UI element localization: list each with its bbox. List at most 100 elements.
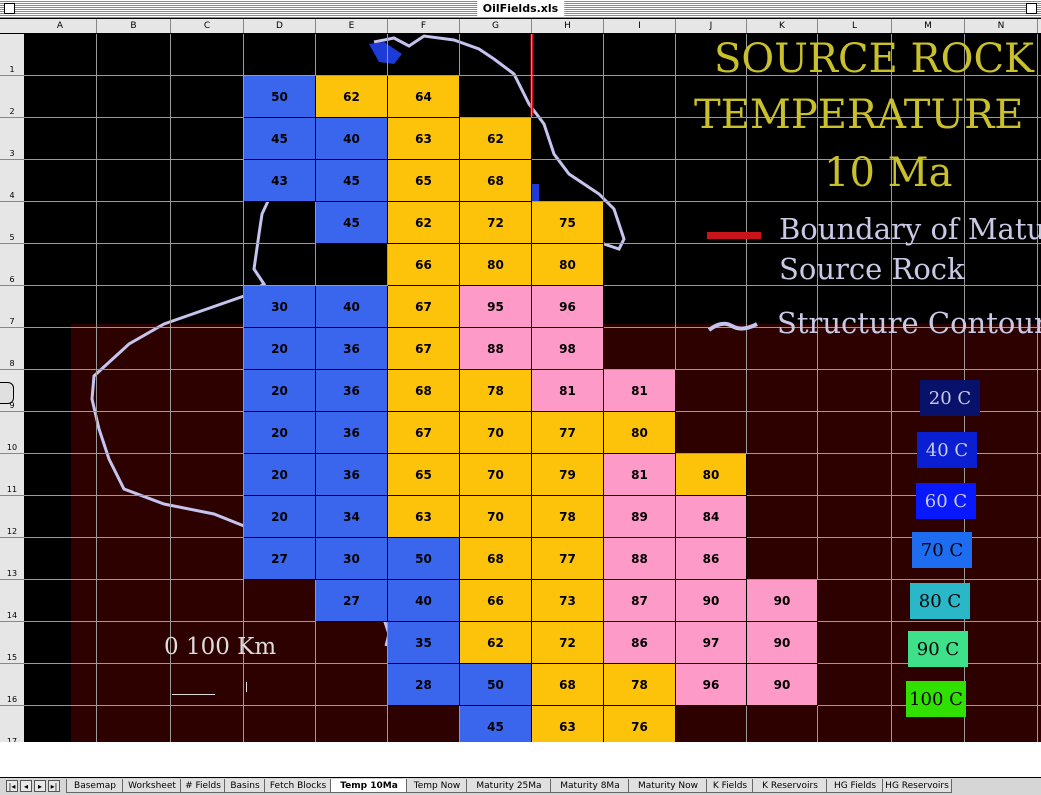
sheet-tab[interactable]: Basemap	[66, 779, 124, 793]
temperature-cell[interactable]: 80	[676, 454, 747, 496]
temperature-cell[interactable]: 86	[604, 622, 676, 664]
temperature-cell[interactable]: 68	[532, 664, 604, 706]
temperature-cell[interactable]: 87	[604, 580, 676, 622]
row-header-10[interactable]: 10	[0, 412, 24, 454]
temperature-cell[interactable]: 88	[604, 538, 676, 580]
sheet-tab[interactable]: # Fields	[180, 779, 226, 793]
temperature-cell[interactable]: 77	[532, 538, 604, 580]
temperature-cell[interactable]: 45	[460, 706, 532, 742]
row-header-14[interactable]: 14	[0, 580, 24, 622]
temperature-cell[interactable]: 68	[388, 370, 460, 412]
column-header-d[interactable]: D	[244, 19, 316, 33]
temperature-cell[interactable]: 86	[676, 538, 747, 580]
temperature-cell[interactable]: 80	[604, 412, 676, 454]
sheet-tab[interactable]: Fetch Blocks	[264, 779, 332, 793]
temperature-cell[interactable]: 40	[316, 118, 388, 160]
temperature-cell[interactable]: 20	[244, 496, 316, 538]
column-header-g[interactable]: G	[460, 19, 532, 33]
temperature-cell[interactable]: 45	[244, 118, 316, 160]
temperature-cell[interactable]: 88	[460, 328, 532, 370]
temperature-cell[interactable]: 34	[316, 496, 388, 538]
temperature-cell[interactable]: 96	[676, 664, 747, 706]
temperature-cell[interactable]: 50	[460, 664, 532, 706]
temperature-cell[interactable]: 30	[244, 286, 316, 328]
temperature-cell[interactable]: 62	[388, 202, 460, 244]
temperature-cell[interactable]: 78	[604, 664, 676, 706]
temperature-cell[interactable]: 20	[244, 370, 316, 412]
row-header-6[interactable]: 6	[0, 244, 24, 286]
column-header-h[interactable]: H	[532, 19, 604, 33]
row-header-1[interactable]: 1	[0, 34, 24, 76]
temperature-cell[interactable]: 75	[532, 202, 604, 244]
sheet-tab[interactable]: Maturity Now	[628, 779, 708, 793]
column-header-i[interactable]: I	[604, 19, 676, 33]
sheet-tab[interactable]: K Fields	[706, 779, 754, 793]
temperature-cell[interactable]: 81	[604, 454, 676, 496]
temperature-cell[interactable]: 90	[747, 580, 818, 622]
temperature-cell[interactable]: 36	[316, 412, 388, 454]
temperature-cell[interactable]: 36	[316, 328, 388, 370]
temperature-cell[interactable]: 40	[316, 286, 388, 328]
temperature-cell[interactable]: 50	[244, 76, 316, 118]
temperature-cell[interactable]: 66	[388, 244, 460, 286]
temperature-cell[interactable]: 76	[604, 706, 676, 742]
temperature-cell[interactable]: 78	[460, 370, 532, 412]
row-header-8[interactable]: 8	[0, 328, 24, 370]
temperature-cell[interactable]: 67	[388, 286, 460, 328]
temperature-cell[interactable]: 36	[316, 454, 388, 496]
temperature-cell[interactable]: 84	[676, 496, 747, 538]
sheet-tab[interactable]: K Reservoirs	[752, 779, 828, 793]
temperature-cell[interactable]: 62	[316, 76, 388, 118]
temperature-cell[interactable]: 43	[244, 160, 316, 202]
temperature-cell[interactable]: 81	[604, 370, 676, 412]
row-header-16[interactable]: 16	[0, 664, 24, 706]
row-header-4[interactable]: 4	[0, 160, 24, 202]
column-header-n[interactable]: N	[965, 19, 1038, 33]
temperature-cell[interactable]: 98	[532, 328, 604, 370]
split-handle-icon[interactable]	[0, 382, 14, 404]
temperature-cell[interactable]: 96	[532, 286, 604, 328]
temperature-cell[interactable]: 90	[676, 580, 747, 622]
temperature-cell[interactable]: 70	[460, 412, 532, 454]
column-header-e[interactable]: E	[316, 19, 388, 33]
temperature-cell[interactable]: 97	[676, 622, 747, 664]
temperature-cell[interactable]: 62	[460, 118, 532, 160]
temperature-cell[interactable]: 27	[244, 538, 316, 580]
temperature-cell[interactable]: 79	[532, 454, 604, 496]
temperature-cell[interactable]: 67	[388, 412, 460, 454]
sheet-tab[interactable]: Temp Now	[406, 779, 468, 793]
row-header-2[interactable]: 2	[0, 76, 24, 118]
temperature-cell[interactable]: 72	[532, 622, 604, 664]
temperature-cell[interactable]: 64	[388, 76, 460, 118]
sheet-tab[interactable]: Maturity 8Ma	[550, 779, 630, 793]
temperature-cell[interactable]: 68	[460, 160, 532, 202]
temperature-cell[interactable]: 67	[388, 328, 460, 370]
column-header-j[interactable]: J	[676, 19, 747, 33]
next-sheet-button[interactable]: ▸	[34, 780, 46, 792]
sheet-tab[interactable]: Basins	[224, 779, 266, 793]
last-sheet-button[interactable]: ▸|	[48, 780, 60, 792]
column-header-f[interactable]: F	[388, 19, 460, 33]
temperature-cell[interactable]: 70	[460, 496, 532, 538]
sheet-tab[interactable]: HG Fields	[826, 779, 884, 793]
prev-sheet-button[interactable]: ◂	[20, 780, 32, 792]
temperature-cell[interactable]: 68	[460, 538, 532, 580]
temperature-cell[interactable]: 80	[460, 244, 532, 286]
temperature-cell[interactable]: 95	[460, 286, 532, 328]
column-header-m[interactable]: M	[892, 19, 965, 33]
temperature-cell[interactable]: 77	[532, 412, 604, 454]
temperature-cell[interactable]: 20	[244, 454, 316, 496]
temperature-cell[interactable]: 62	[460, 622, 532, 664]
temperature-cell[interactable]: 90	[747, 664, 818, 706]
sheet-tab[interactable]: Worksheet	[122, 779, 182, 793]
row-header-15[interactable]: 15	[0, 622, 24, 664]
temperature-cell[interactable]: 20	[244, 412, 316, 454]
temperature-cell[interactable]: 65	[388, 160, 460, 202]
window-title-bar[interactable]: OilFields.xls	[0, 0, 1041, 19]
temperature-cell[interactable]: 45	[316, 160, 388, 202]
temperature-cell[interactable]: 27	[316, 580, 388, 622]
row-header-3[interactable]: 3	[0, 118, 24, 160]
temperature-cell[interactable]: 63	[388, 496, 460, 538]
row-header-5[interactable]: 5	[0, 202, 24, 244]
temperature-cell[interactable]: 40	[388, 580, 460, 622]
